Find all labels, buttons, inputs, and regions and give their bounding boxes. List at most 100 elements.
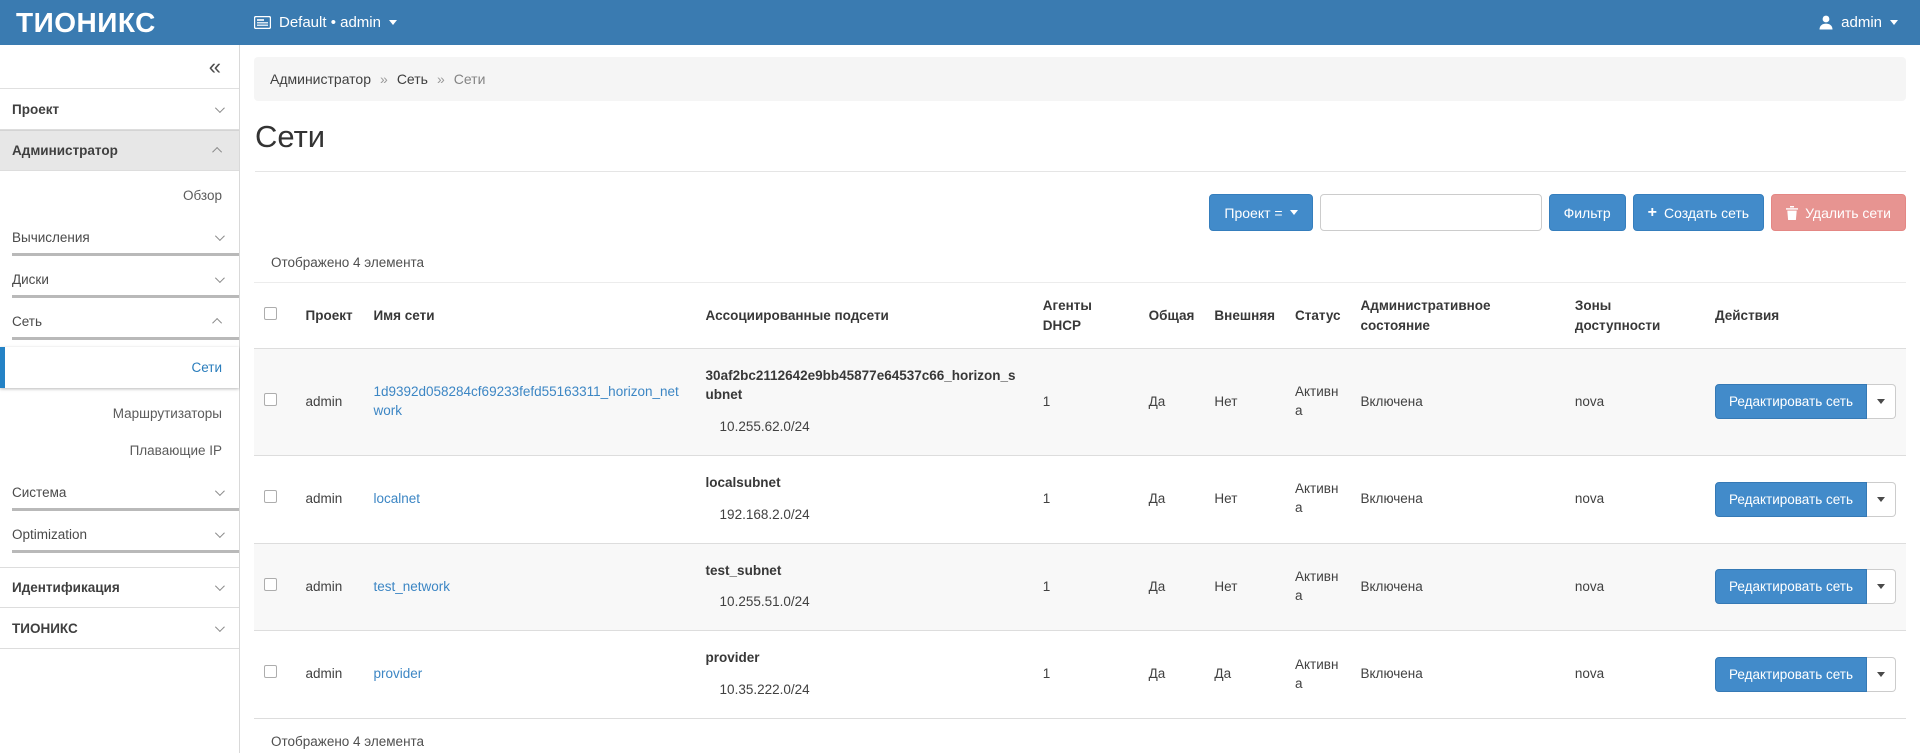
chevron-down-icon — [215, 231, 225, 241]
create-network-button[interactable]: + Создать сеть — [1633, 194, 1764, 231]
items-count-bottom: Отображено 4 элемента — [271, 734, 1906, 749]
breadcrumb-separator: » — [380, 71, 388, 87]
row-actions: Редактировать сеть — [1715, 657, 1896, 692]
cell-status: Активна — [1285, 349, 1351, 456]
table-row: admin 1d9392d058284cf69233fefd55163311_h… — [254, 349, 1906, 456]
sidebar-item-routers[interactable]: Маршрутизаторы — [0, 395, 239, 432]
breadcrumb-network[interactable]: Сеть — [397, 71, 428, 87]
sidebar-item-overview[interactable]: Обзор — [0, 177, 239, 214]
cell-status: Активна — [1285, 543, 1351, 631]
search-input[interactable] — [1320, 194, 1542, 231]
row-checkbox[interactable] — [264, 393, 277, 406]
chevron-up-icon — [212, 318, 222, 328]
topbar: ТИОНИКС Default • admin admin — [0, 0, 1920, 45]
col-header-subnets[interactable]: Ассоциированные подсети — [696, 283, 1033, 349]
chevron-down-icon — [1890, 20, 1898, 25]
sidebar-section-admin[interactable]: Администратор — [0, 130, 239, 171]
cell-dhcp-agents: 1 — [1033, 455, 1139, 543]
subnet-name: localsubnet — [706, 474, 1023, 493]
sidebar-item-floating-ips[interactable]: Плавающие IP — [0, 432, 239, 469]
project-filter-dropdown[interactable]: Проект = — [1209, 194, 1312, 231]
edit-network-button[interactable]: Редактировать сеть — [1715, 657, 1867, 692]
breadcrumb: Администратор » Сеть » Сети — [254, 57, 1906, 101]
chevron-down-icon — [1877, 584, 1885, 589]
col-header-dhcp[interactable]: Агенты DHCP — [1033, 283, 1139, 349]
chevron-down-icon — [1877, 497, 1885, 502]
sidebar-group-network[interactable]: Сеть — [12, 310, 239, 340]
sidebar-group-compute[interactable]: Вычисления — [12, 226, 239, 256]
sidebar-section-label: Проект — [12, 102, 59, 117]
sidebar-section-project[interactable]: Проект — [0, 89, 239, 130]
main-content: Администратор » Сеть » Сети Сети Проект … — [240, 45, 1920, 753]
breadcrumb-admin[interactable]: Администратор — [270, 71, 371, 87]
cell-external: Нет — [1204, 455, 1285, 543]
table-row: admin test_network test_subnet 10.255.51… — [254, 543, 1906, 631]
project-switcher[interactable]: Default • admin — [254, 14, 397, 31]
edit-network-button[interactable]: Редактировать сеть — [1715, 482, 1867, 517]
delete-networks-label: Удалить сети — [1805, 205, 1891, 221]
items-count-top: Отображено 4 элемента — [271, 255, 1906, 270]
networks-table: Проект Имя сети Ассоциированные подсети … — [254, 282, 1906, 719]
table-header-row: Проект Имя сети Ассоциированные подсети … — [254, 283, 1906, 349]
cell-shared: Да — [1139, 455, 1205, 543]
sidebar-group-volumes[interactable]: Диски — [12, 268, 239, 298]
sidebar-collapse-button[interactable]: « — [209, 56, 221, 78]
breadcrumb-separator: » — [437, 71, 445, 87]
cell-shared: Да — [1139, 543, 1205, 631]
cell-project: admin — [296, 631, 364, 719]
sidebar-item-label: Плавающие IP — [130, 443, 222, 458]
chevron-down-icon — [1877, 399, 1885, 404]
cell-external: Нет — [1204, 349, 1285, 456]
chevron-down-icon — [215, 273, 225, 283]
brand-logo[interactable]: ТИОНИКС — [0, 0, 240, 45]
col-header-az[interactable]: Зоны доступности — [1565, 283, 1705, 349]
network-name-link[interactable]: 1d9392d058284cf69233fefd55163311_horizon… — [373, 384, 678, 418]
network-name-link[interactable]: localnet — [373, 491, 420, 506]
col-header-external[interactable]: Внешняя — [1204, 283, 1285, 349]
row-actions-dropdown[interactable] — [1867, 657, 1896, 692]
row-actions-dropdown[interactable] — [1867, 384, 1896, 419]
sidebar: « Проект Администратор Обзор Вычисления … — [0, 45, 240, 753]
row-actions-dropdown[interactable] — [1867, 569, 1896, 604]
sidebar-group-system[interactable]: Система — [12, 481, 239, 511]
network-name-link[interactable]: provider — [373, 666, 422, 681]
col-header-name[interactable]: Имя сети — [363, 283, 695, 349]
edit-network-button[interactable]: Редактировать сеть — [1715, 569, 1867, 604]
sidebar-item-label: Обзор — [183, 188, 222, 203]
user-menu[interactable]: admin — [1819, 14, 1898, 31]
page-title: Сети — [255, 119, 1906, 172]
sidebar-item-networks[interactable]: Сети — [0, 347, 239, 388]
sidebar-group-label: Система — [12, 485, 66, 500]
sidebar-group-optimization[interactable]: Optimization — [12, 523, 239, 553]
sidebar-section-label: Идентификация — [12, 580, 120, 595]
cell-project: admin — [296, 349, 364, 456]
user-icon — [1819, 15, 1833, 30]
table-row: admin localnet localsubnet 192.168.2.0/2… — [254, 455, 1906, 543]
sidebar-group-label: Диски — [12, 272, 49, 287]
col-header-admin-state[interactable]: Административное состояние — [1351, 283, 1565, 349]
sidebar-collapse-row: « — [0, 45, 239, 89]
cell-project: admin — [296, 543, 364, 631]
cell-admin-state: Включена — [1351, 455, 1565, 543]
select-all-checkbox[interactable] — [264, 307, 277, 320]
network-name-link[interactable]: test_network — [373, 579, 450, 594]
cell-shared: Да — [1139, 631, 1205, 719]
projects-icon — [254, 16, 271, 29]
row-actions-dropdown[interactable] — [1867, 482, 1896, 517]
sidebar-section-tionix[interactable]: ТИОНИКС — [0, 608, 239, 649]
subnet-name: provider — [706, 649, 1023, 668]
chevron-down-icon — [215, 622, 225, 632]
col-header-shared[interactable]: Общая — [1139, 283, 1205, 349]
col-header-status[interactable]: Статус — [1285, 283, 1351, 349]
filter-button[interactable]: Фильтр — [1549, 194, 1626, 231]
delete-networks-button[interactable]: Удалить сети — [1771, 194, 1906, 231]
cell-az: nova — [1565, 631, 1705, 719]
chevron-down-icon — [1290, 210, 1298, 215]
row-checkbox[interactable] — [264, 665, 277, 678]
subnet-cidr: 10.35.222.0/24 — [706, 681, 1023, 700]
sidebar-section-identity[interactable]: Идентификация — [0, 567, 239, 608]
edit-network-button[interactable]: Редактировать сеть — [1715, 384, 1867, 419]
col-header-project[interactable]: Проект — [296, 283, 364, 349]
row-checkbox[interactable] — [264, 490, 277, 503]
row-checkbox[interactable] — [264, 578, 277, 591]
